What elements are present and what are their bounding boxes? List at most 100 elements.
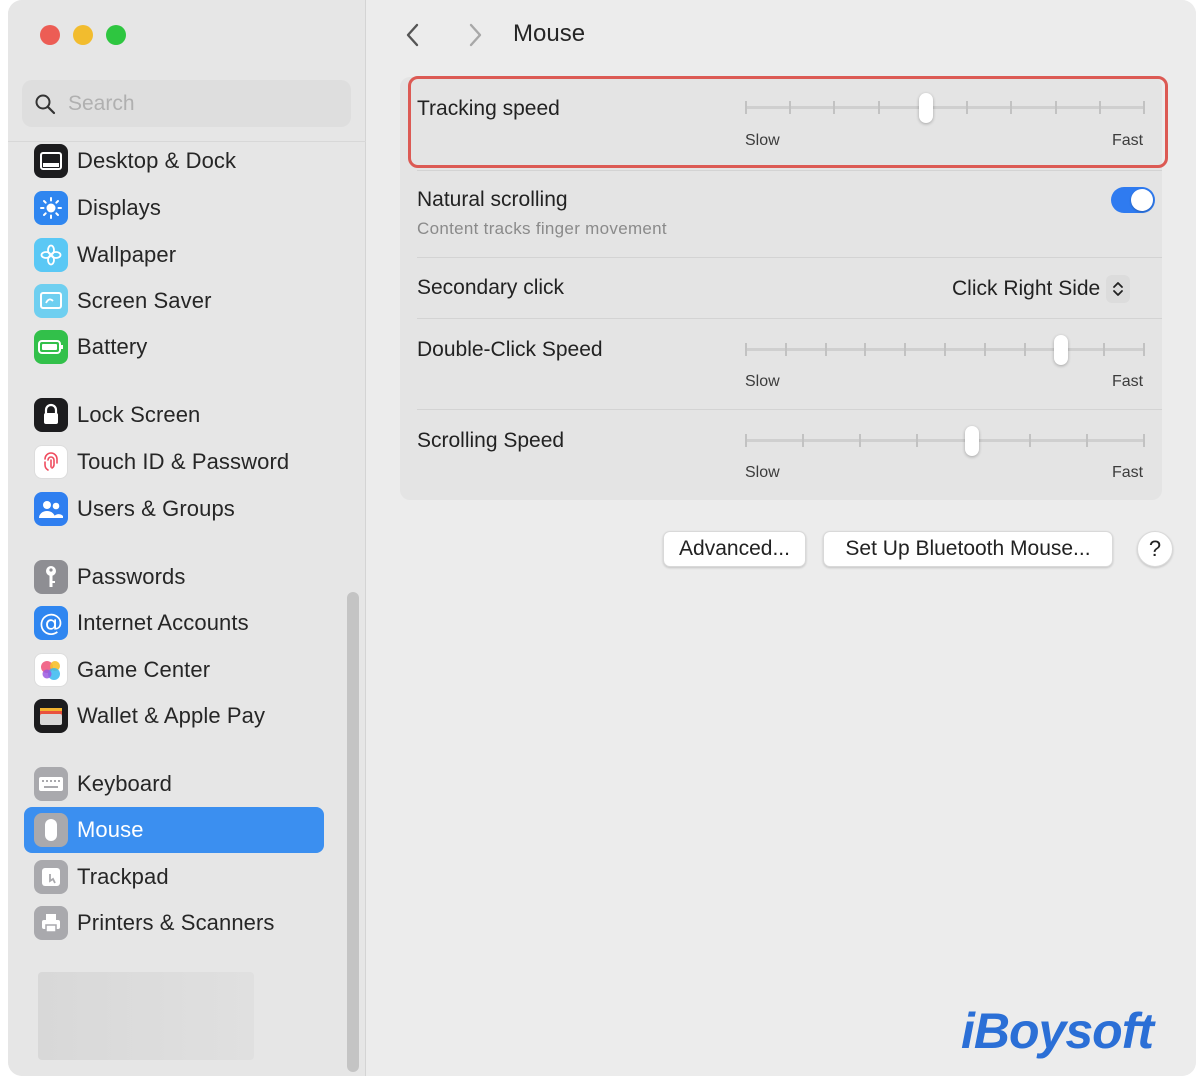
sidebar-item-label: Mouse bbox=[77, 817, 144, 842]
back-arrow-icon[interactable] bbox=[401, 20, 425, 50]
slider-tick bbox=[784, 343, 787, 356]
sidebar-item-users-groups[interactable]: Users & Groups bbox=[24, 486, 324, 532]
sidebar-item-label: Keyboard bbox=[77, 771, 172, 796]
sidebar-item-displays[interactable]: Displays bbox=[24, 185, 324, 231]
toggle-thumb bbox=[1131, 189, 1153, 211]
sidebar-item-label: Displays bbox=[77, 195, 161, 220]
blurred-account-area bbox=[38, 972, 254, 1060]
secondary-click-popup[interactable]: Click Right Side bbox=[952, 275, 1131, 303]
keyboard-icon bbox=[34, 767, 68, 801]
row-divider bbox=[417, 170, 1162, 171]
fingerprint-icon bbox=[34, 445, 68, 479]
sidebar-item-label: Users & Groups bbox=[77, 496, 235, 521]
help-button[interactable]: ? bbox=[1137, 531, 1173, 567]
double-click-speed-label: Double-Click Speed bbox=[417, 338, 603, 361]
slider-min-label: Slow bbox=[745, 464, 780, 481]
highlight-box bbox=[408, 76, 1168, 168]
search-field[interactable] bbox=[22, 80, 351, 127]
zoom-window-button[interactable] bbox=[106, 25, 126, 45]
slider-tick bbox=[904, 343, 907, 356]
sidebar-item-battery[interactable]: Battery bbox=[24, 324, 324, 370]
slider-tick bbox=[944, 343, 946, 356]
row-divider bbox=[417, 318, 1162, 319]
slider-tick bbox=[745, 434, 747, 447]
slider-max-label: Fast bbox=[1112, 373, 1144, 390]
slider-tick bbox=[1029, 434, 1032, 447]
sidebar-item-game-center[interactable]: Game Center bbox=[24, 647, 324, 693]
sidebar-item-trackpad[interactable]: Trackpad bbox=[24, 854, 324, 900]
sidebar-item-label: Touch ID & Password bbox=[77, 449, 290, 474]
sidebar-item-lock-screen[interactable]: Lock Screen bbox=[24, 392, 324, 438]
wallpaper-icon bbox=[34, 238, 68, 272]
minimize-window-button[interactable] bbox=[73, 25, 93, 45]
sidebar-item-screen-saver[interactable]: Screen Saver bbox=[24, 278, 324, 324]
window-controls bbox=[40, 25, 126, 45]
close-window-button[interactable] bbox=[40, 25, 60, 45]
forward-arrow-icon[interactable] bbox=[463, 20, 487, 50]
sidebar: Desktop & Dock Displays Wallpaper Screen… bbox=[8, 0, 366, 1076]
sidebar-item-label: Game Center bbox=[77, 657, 211, 682]
sidebar-item-wallet[interactable]: Wallet & Apple Pay bbox=[24, 693, 324, 739]
slider-tick bbox=[1143, 343, 1145, 356]
users-icon bbox=[34, 492, 68, 526]
sidebar-item-printers[interactable]: Printers & Scanners bbox=[24, 900, 324, 946]
slider-tick bbox=[745, 343, 747, 356]
game-center-icon bbox=[34, 653, 68, 687]
wallet-icon bbox=[34, 699, 68, 733]
slider-tick bbox=[864, 343, 867, 356]
iboysoft-watermark: iBoysoft bbox=[961, 1003, 1154, 1059]
advanced-button[interactable]: Advanced... bbox=[663, 531, 806, 567]
sidebar-item-label: Internet Accounts bbox=[77, 610, 249, 635]
slider-tick bbox=[1023, 343, 1026, 356]
setup-bluetooth-mouse-button[interactable]: Set Up Bluetooth Mouse... bbox=[823, 531, 1113, 567]
chevron-up-down-icon bbox=[1106, 275, 1131, 303]
slider-tick bbox=[915, 434, 918, 447]
sidebar-item-label: Passwords bbox=[77, 564, 186, 589]
secondary-click-label: Secondary click bbox=[417, 276, 565, 299]
slider-tick bbox=[1086, 434, 1089, 447]
sidebar-item-label: Desktop & Dock bbox=[77, 148, 237, 173]
slider-tick bbox=[824, 343, 827, 356]
slider-knob[interactable] bbox=[1053, 335, 1068, 365]
sidebar-item-desktop-dock[interactable]: Desktop & Dock bbox=[24, 138, 324, 184]
displays-icon bbox=[34, 191, 68, 225]
sidebar-item-label: Printers & Scanners bbox=[77, 910, 275, 935]
slider-track bbox=[745, 439, 1145, 442]
page-title: Mouse bbox=[513, 20, 586, 47]
sidebar-item-label: Screen Saver bbox=[77, 288, 212, 313]
scrolling-speed-label: Scrolling Speed bbox=[417, 429, 565, 452]
natural-scrolling-sublabel: Content tracks finger movement bbox=[417, 219, 667, 238]
sidebar-item-mouse[interactable]: Mouse bbox=[24, 807, 324, 853]
slider-tick bbox=[1103, 343, 1106, 356]
sidebar-item-wallpaper[interactable]: Wallpaper bbox=[24, 232, 324, 278]
slider-max-label: Fast bbox=[1112, 464, 1144, 481]
secondary-click-value: Click Right Side bbox=[952, 277, 1101, 300]
sidebar-item-label: Trackpad bbox=[77, 864, 169, 889]
natural-scrolling-toggle[interactable] bbox=[1111, 187, 1155, 213]
row-divider bbox=[417, 257, 1162, 258]
sidebar-item-internet-accounts[interactable]: @ Internet Accounts bbox=[24, 600, 324, 646]
slider-tick bbox=[801, 434, 804, 447]
slider-knob[interactable] bbox=[965, 426, 980, 456]
sidebar-item-keyboard[interactable]: Keyboard bbox=[24, 761, 324, 807]
sidebar-item-label: Wallpaper bbox=[77, 242, 177, 267]
settings-window: Desktop & Dock Displays Wallpaper Screen… bbox=[8, 0, 1196, 1076]
key-icon bbox=[34, 560, 68, 594]
at-sign-icon: @ bbox=[34, 606, 68, 640]
trackpad-icon bbox=[34, 860, 68, 894]
scrolling-speed-slider[interactable] bbox=[745, 426, 1145, 456]
printer-icon bbox=[34, 906, 68, 940]
screen-saver-icon bbox=[34, 284, 68, 318]
sidebar-item-passwords[interactable]: Passwords bbox=[24, 554, 324, 600]
mouse-icon bbox=[34, 813, 68, 847]
slider-tick bbox=[983, 343, 986, 356]
battery-icon bbox=[34, 330, 68, 364]
row-divider bbox=[417, 409, 1162, 410]
sidebar-item-touch-id[interactable]: Touch ID & Password bbox=[24, 439, 324, 485]
desktop-dock-icon bbox=[34, 144, 68, 178]
search-input[interactable] bbox=[68, 91, 328, 116]
sidebar-item-label: Lock Screen bbox=[77, 402, 201, 427]
sidebar-scrollbar[interactable] bbox=[347, 592, 359, 1072]
slider-min-label: Slow bbox=[745, 373, 780, 390]
double-click-speed-slider[interactable] bbox=[745, 335, 1145, 365]
